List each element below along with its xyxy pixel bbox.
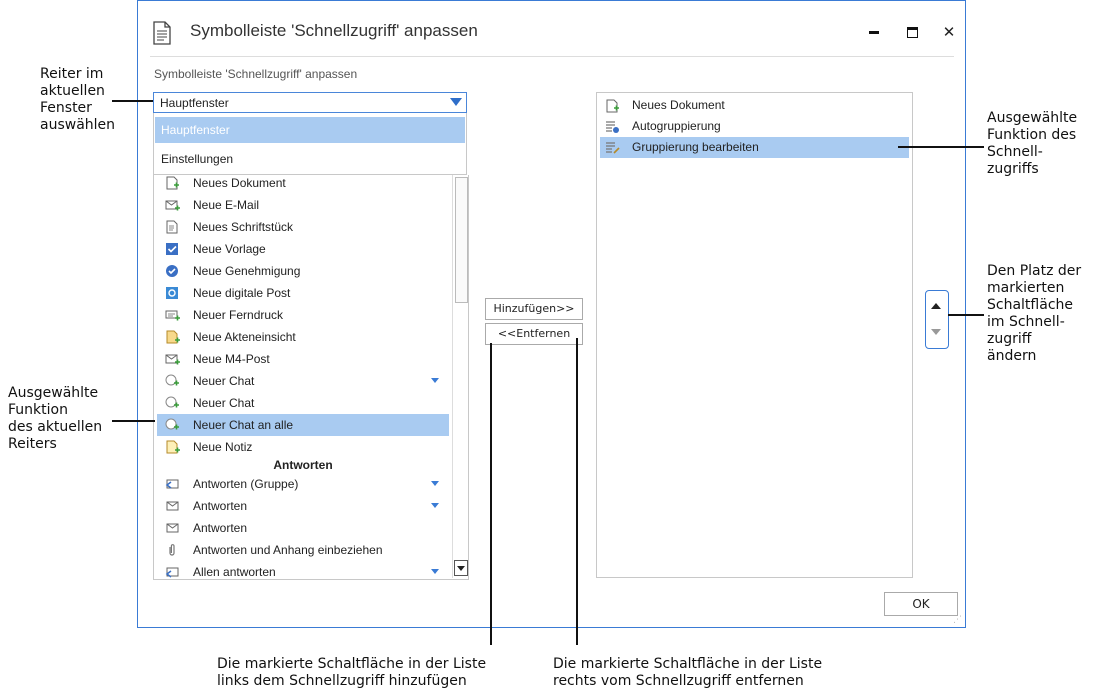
list-item[interactable]: Neuer Chat: [157, 370, 449, 392]
document-icon: [153, 21, 171, 45]
add-button[interactable]: Hinzufügen>>: [485, 298, 583, 320]
annotation-line: [948, 314, 984, 316]
list-item[interactable]: Antworten und Anhang einbeziehen: [157, 539, 449, 561]
quick-access-list[interactable]: Neues Dokument Autogruppierung Gruppieru…: [596, 92, 913, 578]
annotation-hinzufuegen: Die markierte Schaltfläche in der Liste …: [217, 656, 487, 689]
edit-grouping-icon: [606, 142, 620, 154]
reply-all-icon: [165, 567, 179, 578]
new-m4-mail-icon: [165, 354, 180, 365]
list-item[interactable]: Allen antworten: [157, 561, 449, 579]
list-item[interactable]: Autogruppierung: [600, 116, 909, 137]
ok-button[interactable]: OK: [884, 592, 958, 616]
list-item[interactable]: Neue M4-Post: [157, 348, 449, 370]
annotation-funktion-schnellzugriff: Ausgewählte Funktion des Schnell- zugrif…: [987, 110, 1078, 177]
list-item[interactable]: Neue Notiz: [157, 436, 449, 458]
scroll-down-button[interactable]: [454, 560, 468, 576]
new-chat-all-icon: [165, 418, 179, 430]
new-chat-icon: [165, 374, 179, 386]
chevron-down-icon[interactable]: [431, 481, 439, 486]
maximize-icon: [906, 27, 918, 38]
annotation-line: [112, 420, 155, 422]
new-email-icon: [165, 200, 180, 211]
new-document-icon: [166, 176, 179, 190]
option-einstellungen[interactable]: Einstellungen: [155, 146, 465, 172]
title-separator: [150, 56, 954, 57]
vertical-scrollbar[interactable]: [452, 175, 468, 578]
tab-select-dropdown[interactable]: Hauptfenster: [153, 92, 467, 113]
move-up-icon[interactable]: [931, 303, 941, 309]
close-button[interactable]: ✕: [935, 19, 963, 45]
reply-icon: [166, 501, 179, 511]
reply-icon: [166, 523, 179, 533]
annotation-line: [490, 343, 492, 645]
minimize-button[interactable]: [860, 19, 888, 45]
list-item[interactable]: Neue digitale Post: [157, 282, 449, 304]
chevron-down-icon[interactable]: [450, 98, 462, 106]
list-item[interactable]: Neues Dokument: [157, 175, 449, 194]
section-label: Symbolleiste 'Schnellzugriff' anpassen: [154, 67, 358, 81]
chevron-down-icon[interactable]: [431, 378, 439, 383]
new-remote-print-icon: [165, 310, 180, 321]
new-template-icon: [166, 243, 178, 255]
annotation-platz: Den Platz der markierten Schaltfläche im…: [987, 263, 1082, 364]
title-bar: Symbolleiste 'Schnellzugriff' anpassen ✕: [138, 1, 965, 57]
customize-quick-access-dialog: Symbolleiste 'Schnellzugriff' anpassen ✕…: [137, 0, 966, 628]
annotation-line: [576, 338, 578, 645]
list-item-selected[interactable]: Neuer Chat an alle: [157, 414, 449, 436]
annotation-reiter: Reiter im aktuellen Fenster auswählen: [40, 66, 116, 133]
list-item[interactable]: Neue Akteneinsicht: [157, 326, 449, 348]
tab-select-value: Hauptfenster: [160, 96, 229, 110]
list-item-selected[interactable]: Gruppierung bearbeiten: [600, 137, 909, 158]
scrollbar-thumb[interactable]: [455, 177, 468, 303]
annotation-line: [898, 146, 984, 148]
new-chat-icon: [165, 396, 179, 408]
list-item[interactable]: Neuer Chat: [157, 392, 449, 414]
tab-select-options: Hauptfenster Einstellungen: [153, 113, 467, 175]
annotation-line: [112, 100, 153, 102]
chevron-down-icon[interactable]: [431, 569, 439, 574]
reply-attachment-icon: [169, 544, 175, 556]
list-item[interactable]: Neue E-Mail: [157, 194, 449, 216]
move-down-icon[interactable]: [931, 329, 941, 335]
annotation-entfernen: Die markierte Schaltfläche in der Liste …: [553, 656, 823, 689]
annotation-funktion-reiter: Ausgewählte Funktion des aktuellen Reite…: [8, 385, 103, 452]
new-file-inspection-icon: [166, 330, 180, 344]
new-document-icon: [606, 99, 619, 113]
list-item[interactable]: Neues Dokument: [600, 95, 909, 116]
list-item[interactable]: Antworten (Gruppe): [157, 473, 449, 495]
list-item[interactable]: Neues Schriftstück: [157, 216, 449, 238]
option-hauptfenster[interactable]: Hauptfenster: [155, 117, 465, 143]
group-heading: Antworten: [273, 458, 333, 472]
new-digital-mail-icon: [166, 287, 178, 299]
minimize-icon: [869, 31, 879, 34]
list-item[interactable]: Neue Genehmigung: [157, 260, 449, 282]
resize-grip-icon[interactable]: ⋰: [953, 615, 963, 625]
close-icon: ✕: [942, 23, 956, 41]
list-item[interactable]: Neue Vorlage: [157, 238, 449, 260]
list-item[interactable]: Antworten: [157, 495, 449, 517]
dialog-title: Symbolleiste 'Schnellzugriff' anpassen: [190, 21, 478, 40]
remove-button[interactable]: <<Entfernen: [485, 323, 583, 345]
autogroup-icon: [606, 121, 619, 133]
new-approval-icon: [166, 265, 178, 277]
list-item[interactable]: Neuer Ferndruck: [157, 304, 449, 326]
new-note-icon: [166, 440, 180, 454]
reply-group-icon: [165, 479, 179, 489]
move-up-down-control: [925, 290, 949, 349]
new-writing-icon: [166, 220, 178, 234]
available-functions-list[interactable]: Neues Dokument Neue E-Mail Neues Schrift…: [153, 175, 469, 580]
chevron-down-icon[interactable]: [431, 503, 439, 508]
list-item[interactable]: Antworten: [157, 517, 449, 539]
maximize-button[interactable]: [898, 19, 926, 45]
